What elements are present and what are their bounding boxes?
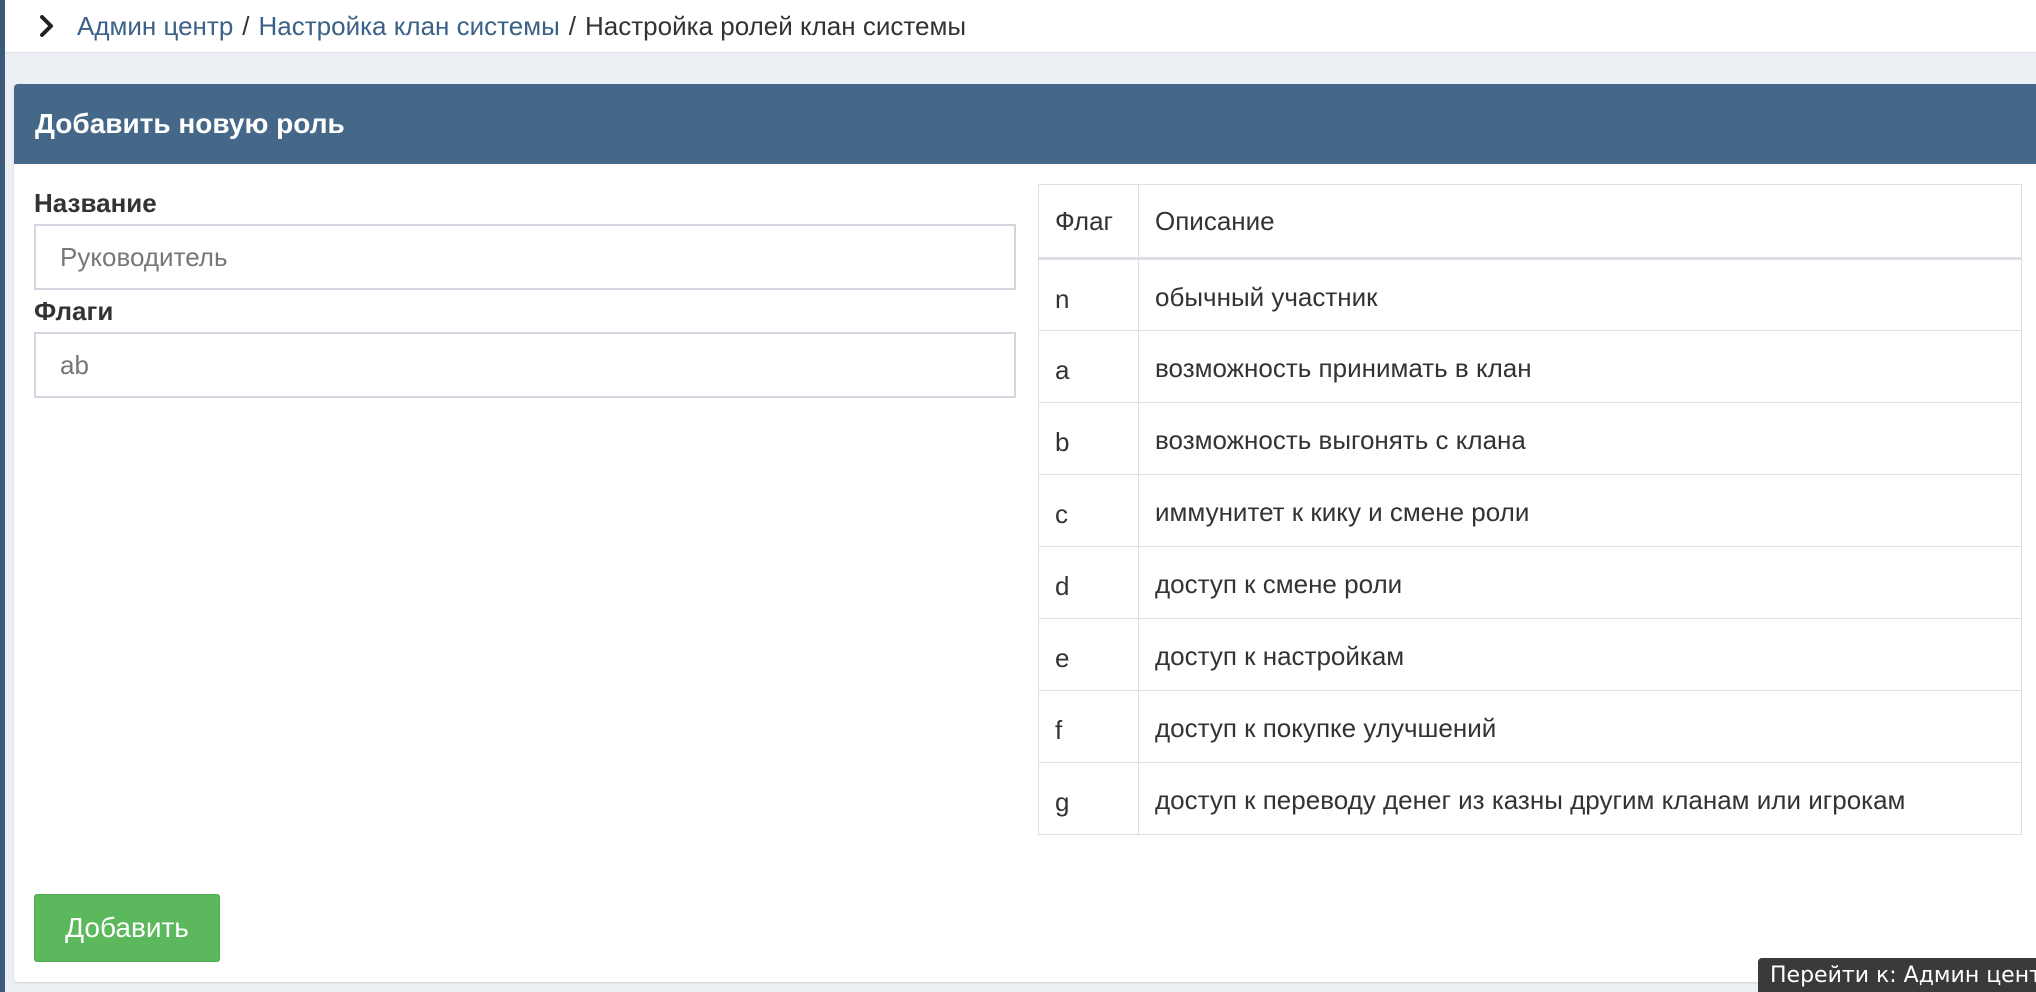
add-role-box: Добавить новую роль Название Флаги Флаг … xyxy=(14,84,2036,982)
flag-cell: e xyxy=(1038,618,1139,691)
flag-cell: c xyxy=(1038,474,1139,547)
description-cell: иммунитет к кику и смене роли xyxy=(1138,474,2022,547)
flag-cell: a xyxy=(1038,330,1139,403)
description-cell: возможность выгонять с клана xyxy=(1138,402,2022,475)
box-header: Добавить новую роль xyxy=(14,84,2036,164)
flags-table: Флаг Описание n обычный участник a возмо… xyxy=(1038,184,2022,835)
breadcrumb-current: Настройка ролей клан системы xyxy=(585,10,967,41)
flags-input[interactable] xyxy=(34,332,1016,398)
column-header-flag: Флаг xyxy=(1038,184,1139,260)
box-title: Добавить новую роль xyxy=(35,108,345,139)
breadcrumb-separator: / xyxy=(568,10,577,41)
breadcrumb-separator: / xyxy=(242,10,250,41)
table-row: a возможность принимать в клан xyxy=(1038,330,2022,403)
description-cell: доступ к покупке улучшений xyxy=(1138,690,2022,763)
table-row: g доступ к переводу денег из казны други… xyxy=(1038,762,2022,835)
left-sidebar-edge xyxy=(0,0,5,992)
link-status-tooltip: Перейти к: Админ центр xyxy=(1758,958,2036,992)
table-row: e доступ к настройкам xyxy=(1038,618,2022,691)
description-cell: доступ к переводу денег из казны другим … xyxy=(1138,762,2022,835)
description-cell: обычный участник xyxy=(1138,258,2022,331)
name-label: Название xyxy=(34,188,157,218)
chevron-right-icon xyxy=(39,15,61,37)
table-row: d доступ к смене роли xyxy=(1038,546,2022,619)
flag-cell: b xyxy=(1038,402,1139,475)
description-cell: возможность принимать в клан xyxy=(1138,330,2022,403)
flag-cell: g xyxy=(1038,762,1139,835)
table-row: f доступ к покупке улучшений xyxy=(1038,690,2022,763)
name-input[interactable] xyxy=(34,224,1016,290)
breadcrumb: Админ центр / Настройка клан системы / Н… xyxy=(5,0,2036,53)
add-button[interactable]: Добавить xyxy=(34,894,220,962)
table-row: c иммунитет к кику и смене роли xyxy=(1038,474,2022,547)
flag-cell: f xyxy=(1038,690,1139,763)
column-header-description: Описание xyxy=(1138,184,2022,260)
flag-cell: d xyxy=(1038,546,1139,619)
table-row: n обычный участник xyxy=(1038,258,2022,331)
breadcrumb-link-admin-center[interactable]: Админ центр xyxy=(77,11,233,42)
breadcrumb-link-clan-settings[interactable]: Настройка клан системы xyxy=(259,11,560,42)
flags-label: Флаги xyxy=(34,296,114,326)
table-row: b возможность выгонять с клана xyxy=(1038,402,2022,475)
flag-cell: n xyxy=(1038,258,1139,331)
description-cell: доступ к настройкам xyxy=(1138,618,2022,691)
description-cell: доступ к смене роли xyxy=(1138,546,2022,619)
table-header-row: Флаг Описание xyxy=(1038,184,2022,260)
